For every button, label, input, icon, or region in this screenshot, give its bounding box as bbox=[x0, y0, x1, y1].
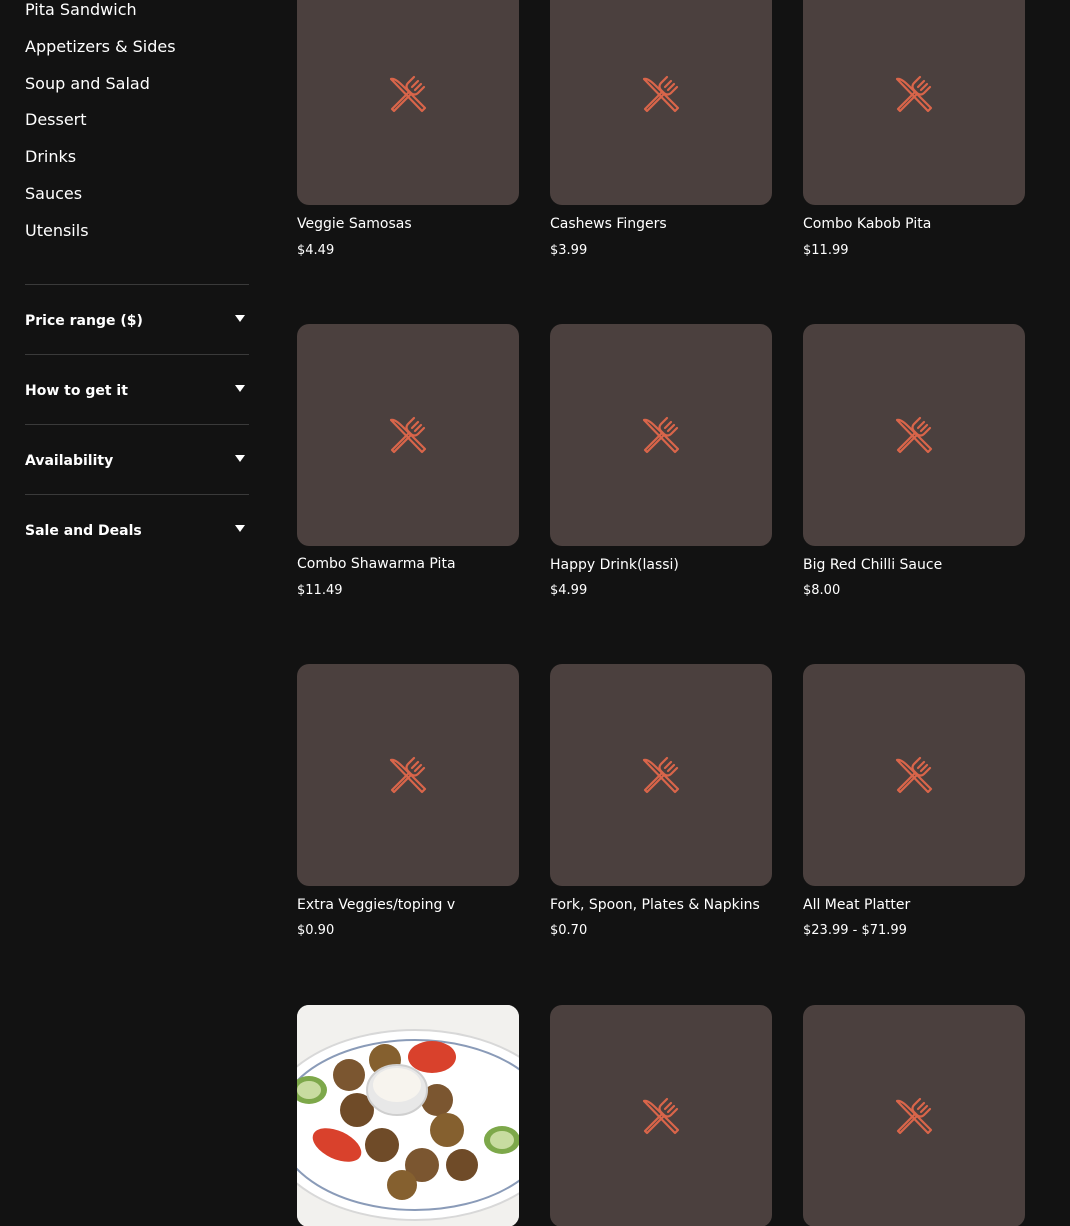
product-name: Combo Shawarma Pita bbox=[297, 556, 456, 572]
product-image-placeholder bbox=[803, 1005, 1025, 1226]
product-card[interactable] bbox=[803, 1005, 1025, 1226]
category-soup-salad[interactable]: Soup and Salad bbox=[25, 64, 249, 101]
category-label: Sauces bbox=[25, 183, 83, 203]
product-image-placeholder bbox=[550, 0, 772, 205]
category-label: Appetizers & Sides bbox=[25, 36, 176, 56]
falafel-plate-photo bbox=[297, 1005, 519, 1226]
product-card[interactable]: Extra Veggies/toping v $0.90 bbox=[297, 664, 519, 938]
utensils-icon bbox=[642, 416, 680, 454]
utensils-icon bbox=[895, 416, 933, 454]
product-name: Veggie Samosas bbox=[297, 216, 412, 232]
utensils-icon bbox=[642, 756, 680, 794]
utensils-icon bbox=[389, 416, 427, 454]
product-image-placeholder bbox=[297, 324, 519, 546]
product-card[interactable]: Big Red Chilli Sauce $8.00 bbox=[803, 324, 1025, 598]
product-card[interactable]: Combo Shawarma Pita $11.49 bbox=[297, 324, 519, 598]
product-image-placeholder bbox=[550, 1005, 772, 1226]
category-label: Drinks bbox=[25, 147, 77, 167]
menu-page: Pita Sandwich Appetizers & Sides Soup an… bbox=[0, 0, 1070, 1226]
product-name: Big Red Chilli Sauce bbox=[803, 557, 943, 573]
product-card[interactable] bbox=[550, 1005, 772, 1226]
product-image-placeholder bbox=[550, 324, 772, 546]
product-price: $11.99 bbox=[803, 243, 849, 258]
filter-label: Sale and Deals bbox=[25, 523, 142, 539]
product-card[interactable]: All Meat Platter $23.99 - $71.99 bbox=[803, 664, 1025, 938]
category-label: Utensils bbox=[25, 220, 89, 240]
product-name: Fork, Spoon, Plates & Napkins bbox=[550, 897, 760, 913]
filter-label: How to get it bbox=[25, 383, 128, 399]
filter-panel: Price range ($) How to get it Availabili… bbox=[25, 284, 249, 564]
caret-down-icon bbox=[235, 385, 245, 392]
utensils-icon bbox=[389, 756, 427, 794]
product-image-placeholder bbox=[803, 664, 1025, 886]
category-list: Pita Sandwich Appetizers & Sides Soup an… bbox=[25, 0, 249, 258]
product-price: $8.00 bbox=[803, 583, 841, 598]
caret-down-icon bbox=[235, 455, 245, 462]
category-utensils[interactable]: Utensils bbox=[25, 211, 249, 248]
sidebar: Pita Sandwich Appetizers & Sides Soup an… bbox=[25, 0, 249, 539]
category-label: Pita Sandwich bbox=[25, 0, 137, 19]
category-label: Soup and Salad bbox=[25, 73, 150, 93]
category-drinks[interactable]: Drinks bbox=[25, 137, 249, 174]
filter-price-range[interactable]: Price range ($) bbox=[25, 284, 249, 354]
filter-label: Price range ($) bbox=[25, 313, 143, 329]
product-image-placeholder bbox=[803, 324, 1025, 546]
utensils-icon bbox=[895, 1097, 933, 1135]
product-card[interactable] bbox=[297, 1005, 519, 1226]
product-price: $4.49 bbox=[297, 243, 335, 258]
utensils-icon bbox=[895, 756, 933, 794]
product-price: $4.99 bbox=[550, 583, 588, 598]
product-card[interactable]: Cashews Fingers $3.99 bbox=[550, 0, 772, 258]
product-name: Combo Kabob Pita bbox=[803, 216, 932, 232]
filter-how-to-get-it[interactable]: How to get it bbox=[25, 354, 249, 424]
caret-down-icon bbox=[235, 315, 245, 322]
utensils-icon bbox=[389, 75, 427, 113]
category-label: Dessert bbox=[25, 110, 87, 130]
product-card[interactable]: Happy Drink(lassi) $4.99 bbox=[550, 324, 772, 598]
falafel-plate-image bbox=[297, 1005, 519, 1226]
category-dessert[interactable]: Dessert bbox=[25, 100, 249, 137]
category-sauces[interactable]: Sauces bbox=[25, 174, 249, 211]
category-pita-sandwich[interactable]: Pita Sandwich bbox=[25, 0, 249, 27]
product-price: $11.49 bbox=[297, 583, 343, 598]
utensils-icon bbox=[642, 75, 680, 113]
product-name: Cashews Fingers bbox=[550, 216, 667, 232]
filter-availability[interactable]: Availability bbox=[25, 424, 249, 494]
category-appetizers-sides[interactable]: Appetizers & Sides bbox=[25, 27, 249, 64]
product-card[interactable]: Veggie Samosas $4.49 bbox=[297, 0, 519, 258]
product-image-placeholder bbox=[550, 664, 772, 886]
caret-down-icon bbox=[235, 525, 245, 532]
product-card[interactable]: Combo Kabob Pita $11.99 bbox=[803, 0, 1025, 258]
utensils-icon bbox=[642, 1097, 680, 1135]
product-name: All Meat Platter bbox=[803, 897, 911, 913]
product-image-placeholder bbox=[297, 664, 519, 886]
product-price: $0.90 bbox=[297, 923, 335, 938]
product-name: Happy Drink(lassi) bbox=[550, 557, 679, 573]
product-price: $3.99 bbox=[550, 243, 588, 258]
product-card[interactable]: Fork, Spoon, Plates & Napkins $0.70 bbox=[550, 664, 772, 938]
filter-label: Availability bbox=[25, 453, 114, 469]
product-price: $23.99 - $71.99 bbox=[803, 923, 907, 938]
product-price: $0.70 bbox=[550, 923, 588, 938]
product-image-placeholder bbox=[803, 0, 1025, 205]
product-image-placeholder bbox=[297, 0, 519, 205]
utensils-icon bbox=[895, 75, 933, 113]
filter-sale-deals[interactable]: Sale and Deals bbox=[25, 494, 249, 564]
product-name: Extra Veggies/toping v bbox=[297, 897, 456, 913]
